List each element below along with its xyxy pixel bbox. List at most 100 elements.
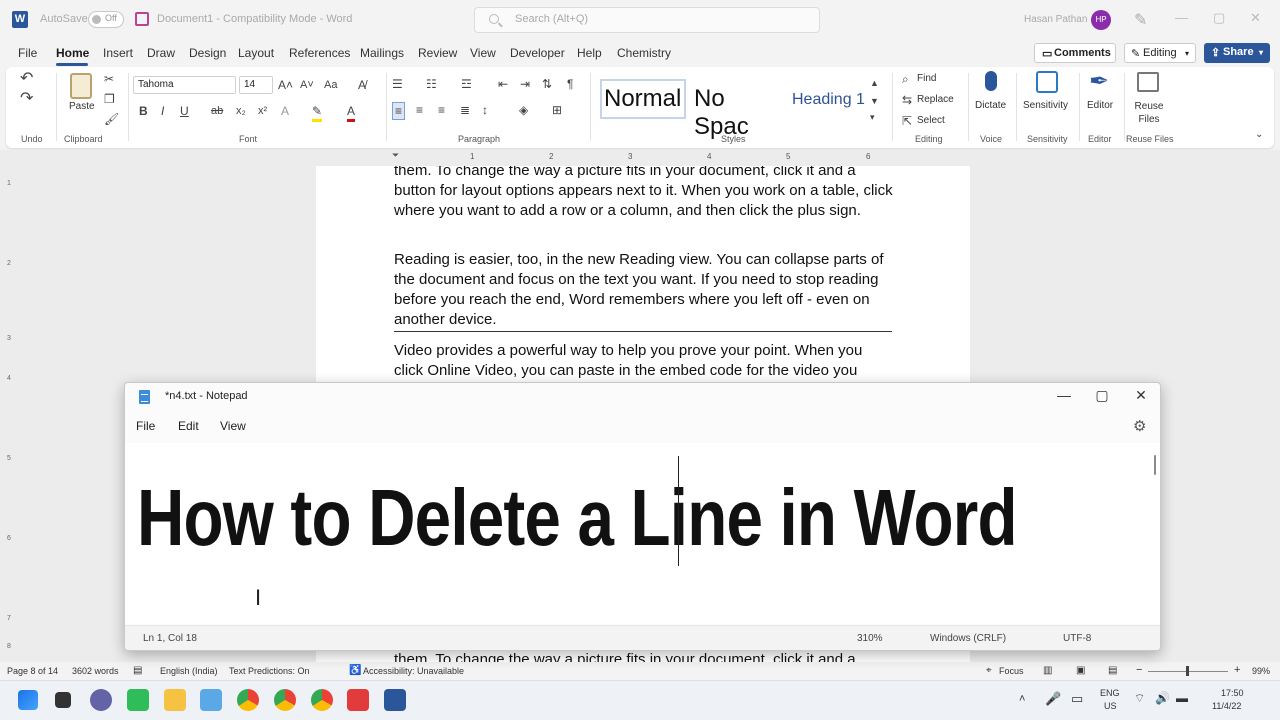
notepad-taskbar-icon[interactable]	[200, 689, 222, 711]
superscript-icon[interactable]: x²	[258, 103, 267, 119]
clear-formatting-icon[interactable]: A̸	[358, 77, 366, 93]
sort-icon[interactable]: ⇅	[542, 76, 552, 92]
bullets-icon[interactable]: ☰	[392, 76, 403, 92]
change-case-icon[interactable]: Aa	[324, 77, 337, 93]
subscript-icon[interactable]: x₂	[236, 103, 246, 119]
decrease-indent-icon[interactable]: ⇤	[498, 76, 508, 92]
gear-icon[interactable]: ⚙	[1133, 417, 1146, 435]
font-size-select[interactable]: 14	[239, 76, 273, 94]
select-label[interactable]: Select	[917, 115, 945, 126]
line-spacing-icon[interactable]: ↕	[482, 102, 488, 118]
redo-icon[interactable]: ↷	[20, 91, 33, 107]
close-icon[interactable]: ✕	[1127, 387, 1155, 404]
notepad-menu-file[interactable]: File	[136, 419, 155, 433]
collapse-ribbon-icon[interactable]: ⌄	[1255, 127, 1263, 143]
text-predictions[interactable]: Text Predictions: On	[229, 666, 310, 676]
chevron-up-icon[interactable]: ˄	[1019, 693, 1025, 705]
tab-design[interactable]: Design	[189, 46, 226, 60]
zoom-out-icon[interactable]: −	[1136, 664, 1142, 676]
reuse-files-label[interactable]: Reuse Files	[1132, 100, 1166, 126]
borders-icon[interactable]: ⊞	[552, 102, 562, 118]
proofing-icon[interactable]: ▤	[133, 665, 142, 676]
shrink-font-icon[interactable]: A˅	[300, 77, 314, 93]
keyboard-layout[interactable]: US	[1104, 701, 1117, 711]
accessibility-status[interactable]: Accessibility: Unavailable	[363, 666, 464, 676]
read-mode-icon[interactable]: ▥	[1043, 665, 1052, 676]
styles-scroll-up-icon[interactable]: ▲	[870, 75, 879, 91]
reuse-files-icon[interactable]	[1137, 72, 1159, 92]
start-icon[interactable]	[18, 690, 38, 710]
zoom-in-icon[interactable]: +	[1234, 664, 1240, 676]
word-taskbar-icon[interactable]	[384, 689, 406, 711]
style-no-spacing[interactable]: No Spac	[692, 79, 778, 140]
editor-icon[interactable]: ✒	[1089, 69, 1109, 95]
display-icon[interactable]: ▭	[1071, 691, 1083, 707]
print-layout-icon[interactable]: ▣	[1076, 665, 1085, 676]
replace-icon[interactable]: ⇆	[902, 92, 912, 108]
chrome-icon[interactable]	[311, 689, 333, 711]
word-count[interactable]: 3602 words	[72, 666, 119, 676]
tab-help[interactable]: Help	[577, 46, 602, 60]
scrollbar-thumb[interactable]	[1154, 455, 1156, 475]
battery-icon[interactable]: ▬	[1176, 691, 1188, 705]
sensitivity-icon[interactable]	[1036, 71, 1058, 93]
highlight-icon[interactable]: ✎	[312, 103, 323, 122]
tab-draw[interactable]: Draw	[147, 46, 175, 60]
editing-mode-button[interactable]: ✎ Editing ▾	[1124, 43, 1196, 63]
minimize-icon[interactable]: —	[1050, 387, 1078, 403]
bold-icon[interactable]: B	[139, 103, 148, 119]
app-icon[interactable]	[127, 689, 149, 711]
close-icon[interactable]: ✕	[1250, 10, 1261, 26]
dictate-label[interactable]: Dictate	[975, 100, 1006, 111]
styles-scroll-down-icon[interactable]: ▼	[870, 93, 879, 109]
tab-view[interactable]: View	[470, 46, 496, 60]
style-normal[interactable]: Normal	[600, 79, 686, 119]
font-name-select[interactable]: Tahoma	[133, 76, 236, 94]
style-heading-1[interactable]: Heading 1	[790, 79, 876, 119]
chat-icon[interactable]	[90, 689, 112, 711]
pen-icon[interactable]: ✎	[1134, 10, 1147, 30]
sensitivity-label[interactable]: Sensitivity	[1023, 100, 1068, 111]
align-right-icon[interactable]: ≡	[438, 102, 445, 118]
paste-icon[interactable]	[70, 73, 92, 99]
font-color-icon[interactable]: A	[347, 103, 356, 122]
language[interactable]: English (India)	[160, 666, 218, 676]
zoom-slider-thumb[interactable]	[1186, 666, 1189, 676]
tab-layout[interactable]: Layout	[238, 46, 274, 60]
maximize-icon[interactable]: ▢	[1088, 387, 1116, 404]
paste-label[interactable]: Paste	[69, 101, 95, 112]
increase-indent-icon[interactable]: ⇥	[520, 76, 530, 92]
copy-icon[interactable]: ❐	[104, 91, 115, 107]
horizontal-ruler[interactable]: 1 2 3 4 5 6 ⏷	[316, 150, 968, 164]
app-icon[interactable]	[347, 689, 369, 711]
italic-icon[interactable]: I	[161, 103, 164, 119]
maximize-icon[interactable]: ▢	[1213, 10, 1225, 26]
cut-icon[interactable]: ✂	[104, 71, 114, 87]
chrome-icon[interactable]	[274, 689, 296, 711]
language-code[interactable]: ENG	[1100, 688, 1120, 698]
notepad-menu-edit[interactable]: Edit	[178, 419, 199, 433]
web-layout-icon[interactable]: ▤	[1108, 665, 1117, 676]
format-painter-icon[interactable]: 🖌	[104, 111, 119, 127]
show-formatting-icon[interactable]: ¶	[567, 76, 573, 92]
search-box[interactable]: Search (Alt+Q)	[474, 7, 820, 33]
focus-label[interactable]: Focus	[999, 666, 1024, 676]
tab-insert[interactable]: Insert	[103, 46, 133, 60]
tab-review[interactable]: Review	[418, 46, 457, 60]
chrome-icon[interactable]	[237, 689, 259, 711]
shading-icon[interactable]: ◈	[519, 102, 528, 118]
task-view-icon[interactable]	[55, 692, 71, 708]
numbering-icon[interactable]: ☷	[426, 76, 437, 92]
multilevel-list-icon[interactable]: ☲	[461, 76, 472, 92]
tab-chemistry[interactable]: Chemistry	[617, 46, 671, 60]
notepad-window[interactable]: *n4.txt - Notepad — ▢ ✕ File Edit View ⚙…	[124, 382, 1161, 651]
tab-developer[interactable]: Developer	[510, 46, 565, 60]
indent-marker-icon[interactable]: ⏷	[392, 150, 399, 161]
notepad-menu-view[interactable]: View	[220, 419, 246, 433]
autosave-toggle[interactable]: Off	[88, 11, 124, 28]
clock-date[interactable]: 11/4/22	[1212, 701, 1241, 711]
microphone-icon[interactable]	[985, 71, 997, 91]
styles-more-icon[interactable]: ▾	[870, 109, 875, 125]
justify-icon[interactable]: ≣	[460, 102, 470, 118]
comments-button[interactable]: ▭ Comments	[1034, 43, 1116, 63]
